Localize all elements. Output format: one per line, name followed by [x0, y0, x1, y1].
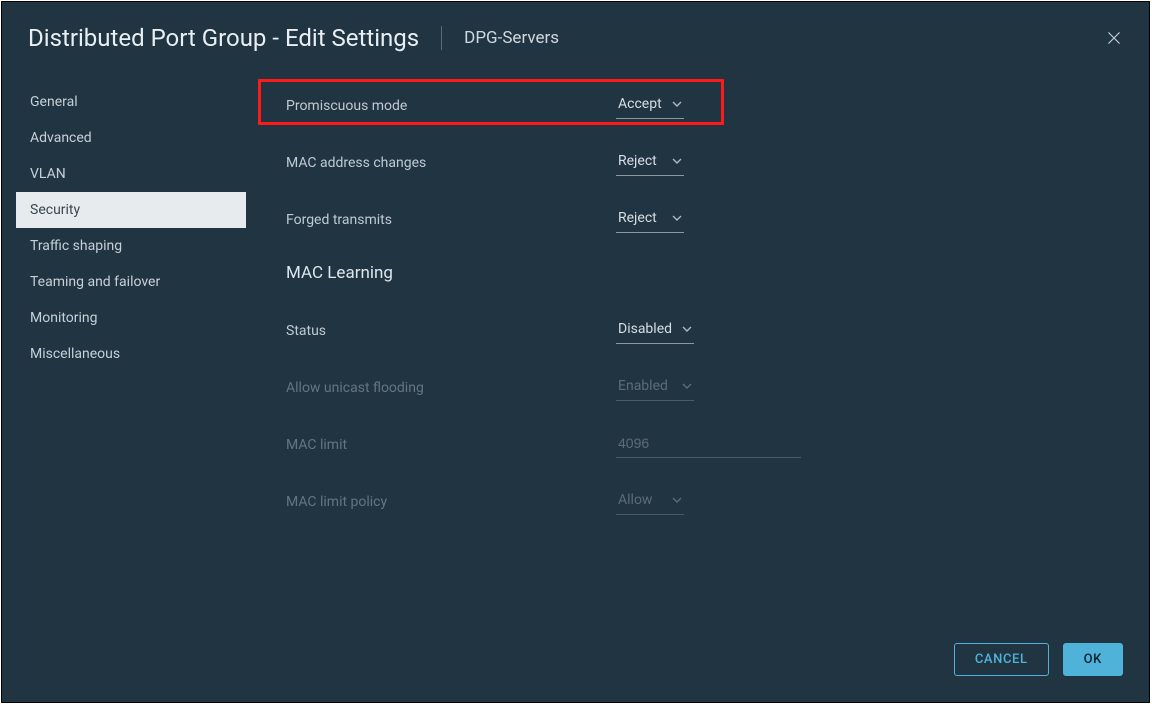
field-label: Forged transmits [286, 212, 616, 228]
chevron-down-icon [682, 324, 692, 334]
sidebar-item-label: VLAN [30, 166, 66, 182]
field-label: MAC limit [286, 437, 616, 453]
header-divider [441, 26, 442, 50]
dialog-subtitle: DPG-Servers [464, 28, 559, 48]
cancel-button[interactable]: CANCEL [954, 643, 1049, 676]
forged-transmits-select[interactable]: Reject [616, 206, 684, 233]
chevron-down-icon [672, 99, 682, 109]
select-value: Reject [618, 210, 657, 226]
chevron-down-icon [672, 495, 682, 505]
mac-limit-policy-select: Allow [616, 488, 684, 515]
field-mac-learning-status: Status Disabled [286, 317, 1095, 344]
settings-sidebar: General Advanced VLAN Security Traffic s… [16, 72, 246, 565]
field-allow-unicast-flooding: Allow unicast flooding Enabled [286, 374, 1095, 401]
promiscuous-mode-select[interactable]: Accept [616, 92, 684, 119]
field-label: Promiscuous mode [286, 98, 616, 114]
field-mac-limit: MAC limit [286, 431, 1095, 458]
dialog-footer: CANCEL OK [954, 643, 1123, 676]
field-label: MAC address changes [286, 155, 616, 171]
chevron-down-icon [672, 156, 682, 166]
dialog-header: Distributed Port Group - Edit Settings D… [2, 2, 1149, 72]
sidebar-item-vlan[interactable]: VLAN [16, 156, 246, 192]
chevron-down-icon [672, 213, 682, 223]
close-icon[interactable] [1105, 29, 1123, 47]
field-label: Status [286, 323, 616, 339]
select-value: Disabled [618, 321, 672, 337]
settings-main: Promiscuous mode Accept MAC address chan… [246, 72, 1135, 565]
select-value: Reject [618, 153, 657, 169]
field-forged-transmits: Forged transmits Reject [286, 206, 1095, 233]
sidebar-item-teaming-failover[interactable]: Teaming and failover [16, 264, 246, 300]
button-label: CANCEL [975, 652, 1028, 667]
field-label: Allow unicast flooding [286, 380, 616, 396]
sidebar-item-label: Traffic shaping [30, 238, 122, 254]
sidebar-item-label: Advanced [30, 130, 92, 146]
select-value: Allow [618, 492, 652, 508]
mac-learning-status-select[interactable]: Disabled [616, 317, 694, 344]
sidebar-item-advanced[interactable]: Advanced [16, 120, 246, 156]
mac-learning-heading: MAC Learning [286, 263, 1095, 283]
dialog-body: General Advanced VLAN Security Traffic s… [2, 72, 1149, 565]
edit-settings-dialog: Distributed Port Group - Edit Settings D… [1, 1, 1150, 703]
chevron-down-icon [682, 381, 692, 391]
sidebar-item-monitoring[interactable]: Monitoring [16, 300, 246, 336]
field-label: MAC limit policy [286, 494, 616, 510]
field-mac-address-changes: MAC address changes Reject [286, 149, 1095, 176]
dialog-title: Distributed Port Group - Edit Settings [28, 24, 419, 52]
button-label: OK [1084, 652, 1102, 667]
unicast-flooding-select: Enabled [616, 374, 694, 401]
field-promiscuous-mode: Promiscuous mode Accept [286, 92, 1095, 119]
select-value: Enabled [618, 378, 668, 394]
sidebar-item-label: Monitoring [30, 310, 98, 326]
sidebar-item-label: Teaming and failover [30, 274, 160, 290]
sidebar-item-traffic-shaping[interactable]: Traffic shaping [16, 228, 246, 264]
sidebar-item-label: Miscellaneous [30, 346, 120, 362]
mac-changes-select[interactable]: Reject [616, 149, 684, 176]
select-value: Accept [618, 96, 662, 112]
sidebar-item-miscellaneous[interactable]: Miscellaneous [16, 336, 246, 372]
sidebar-item-security[interactable]: Security [16, 192, 246, 228]
sidebar-item-label: General [30, 94, 78, 110]
mac-limit-input [616, 431, 801, 458]
ok-button[interactable]: OK [1063, 643, 1123, 676]
sidebar-item-label: Security [30, 202, 80, 218]
sidebar-item-general[interactable]: General [16, 84, 246, 120]
field-mac-limit-policy: MAC limit policy Allow [286, 488, 1095, 515]
